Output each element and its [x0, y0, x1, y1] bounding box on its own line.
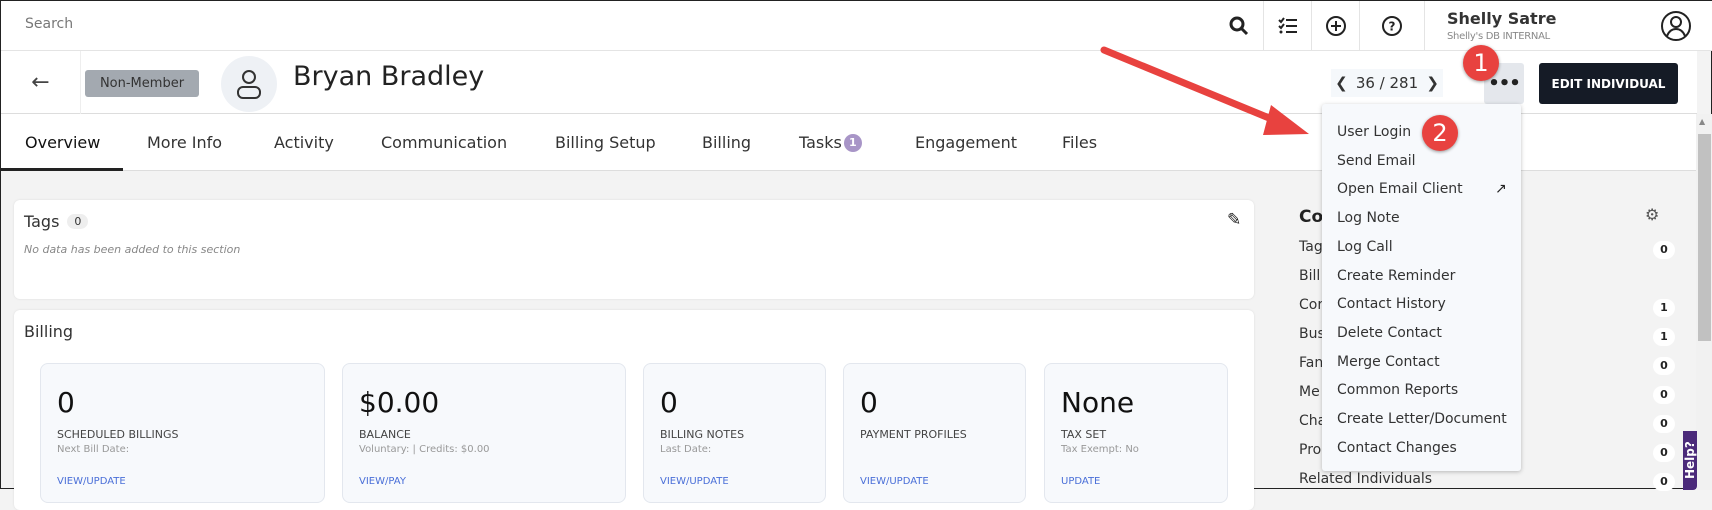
menu-item-send-email[interactable]: Send Email: [1337, 153, 1416, 169]
card-link[interactable]: VIEW/UPDATE: [660, 476, 729, 487]
tab-files[interactable]: Files: [1062, 133, 1097, 152]
card-link[interactable]: UPDATE: [1061, 476, 1100, 487]
tax-set-card: None TAX SET Tax Exempt: No UPDATE: [1044, 363, 1228, 503]
menu-item-create-letter-document[interactable]: Create Letter/Document: [1337, 411, 1507, 427]
step-1-marker: 1: [1463, 45, 1499, 81]
right-panel-title: Co: [1299, 207, 1324, 227]
tab-tasks[interactable]: Tasks 1: [799, 133, 862, 152]
summary-row-label[interactable]: Bill: [1299, 268, 1320, 284]
balance-card: $0.00 BALANCE Voluntary: | Credits: $0.0…: [342, 363, 626, 503]
checklist-icon[interactable]: [1263, 1, 1311, 51]
billing-title: Billing: [24, 322, 74, 341]
pager-text: 36 / 281: [1355, 74, 1419, 92]
gear-icon[interactable]: ⚙: [1645, 205, 1659, 224]
chevron-left-icon[interactable]: ❮: [1335, 74, 1348, 92]
back-arrow-icon[interactable]: ←: [1, 51, 81, 114]
summary-row-count: 1: [1653, 328, 1675, 346]
card-sub: Tax Exempt: No: [1061, 444, 1139, 455]
tab-activity[interactable]: Activity: [274, 133, 334, 152]
user-database: Shelly's DB INTERNAL: [1447, 31, 1550, 42]
menu-item-open-email-client[interactable]: Open Email Client: [1337, 181, 1463, 197]
tags-card: Tags 0 No data has been added to this sec…: [14, 200, 1254, 299]
scrollbar-thumb[interactable]: [1698, 134, 1711, 341]
help-circle-icon[interactable]: ?: [1359, 1, 1425, 51]
card-sub: Voluntary: | Credits: $0.00: [359, 444, 490, 455]
summary-row-label[interactable]: Pro: [1299, 442, 1321, 458]
chevron-right-icon[interactable]: ❯: [1426, 74, 1439, 92]
card-value: $0.00: [359, 386, 440, 419]
help-tab[interactable]: Help?: [1683, 431, 1697, 490]
summary-row-count: 0: [1653, 357, 1675, 375]
tab-engagement[interactable]: Engagement: [915, 133, 1017, 152]
tags-title: Tags 0: [24, 212, 89, 231]
summary-row-count: 0: [1653, 386, 1675, 404]
page-title: Bryan Bradley: [293, 61, 485, 92]
menu-item-merge-contact[interactable]: Merge Contact: [1337, 354, 1440, 370]
card-label: BALANCE: [359, 428, 411, 441]
tab-overview[interactable]: Overview: [25, 133, 100, 152]
user-name[interactable]: Shelly Satre: [1447, 9, 1556, 28]
edit-individual-button[interactable]: EDIT INDIVIDUAL: [1539, 63, 1678, 104]
card-label: TAX SET: [1061, 428, 1107, 441]
summary-row-label[interactable]: Fan: [1299, 355, 1323, 371]
card-label: BILLING NOTES: [660, 428, 745, 441]
menu-item-log-note[interactable]: Log Note: [1337, 210, 1400, 226]
plus-circle-icon[interactable]: [1311, 1, 1359, 51]
summary-row-label[interactable]: Bus: [1299, 326, 1325, 342]
card-value: None: [1061, 386, 1135, 419]
card-sub: Next Bill Date:: [57, 444, 130, 455]
tab-tasks-label: Tasks: [799, 133, 842, 152]
summary-row-label[interactable]: Related Individuals: [1299, 471, 1432, 487]
avatar: [221, 56, 277, 112]
card-link[interactable]: VIEW/UPDATE: [57, 476, 126, 487]
menu-item-log-call[interactable]: Log Call: [1337, 239, 1393, 255]
user-circle-icon[interactable]: [1660, 10, 1692, 46]
summary-row-count: 0: [1653, 444, 1675, 462]
card-value: 0: [860, 386, 878, 419]
summary-row-label[interactable]: Tag: [1299, 239, 1323, 255]
summary-row-label[interactable]: Me: [1299, 384, 1320, 400]
svg-text:?: ?: [1389, 20, 1396, 34]
pencil-icon[interactable]: ✎: [1227, 210, 1241, 230]
search-input[interactable]: Search: [25, 16, 73, 32]
active-tab-indicator: [1, 168, 123, 171]
tags-title-text: Tags: [24, 212, 60, 231]
card-link[interactable]: VIEW/PAY: [359, 476, 406, 487]
menu-item-common-reports[interactable]: Common Reports: [1337, 382, 1458, 398]
card-sub: Last Date:: [660, 444, 712, 455]
menu-item-user-login[interactable]: User Login: [1337, 124, 1411, 140]
scheduled-billings-card: 0 SCHEDULED BILLINGS Next Bill Date: VIE…: [40, 363, 325, 503]
tab-billing-setup[interactable]: Billing Setup: [555, 133, 656, 152]
card-value: 0: [660, 386, 678, 419]
billing-notes-card: 0 BILLING NOTES Last Date: VIEW/UPDATE: [643, 363, 826, 503]
card-label: PAYMENT PROFILES: [860, 428, 967, 441]
top-bar: Search ? Shelly Satre Shelly's DB INTERN…: [1, 1, 1712, 51]
menu-item-contact-history[interactable]: Contact History: [1337, 296, 1446, 312]
tab-communication[interactable]: Communication: [381, 133, 507, 152]
search-icon[interactable]: [1215, 1, 1263, 51]
menu-item-delete-contact[interactable]: Delete Contact: [1337, 325, 1442, 341]
summary-row-count: 0: [1653, 241, 1675, 259]
tab-billing[interactable]: Billing: [702, 133, 751, 152]
summary-row-count: 1: [1653, 299, 1675, 317]
more-actions-menu: User Login Send Email Open Email Client Log…: [1322, 104, 1521, 471]
menu-item-create-reminder[interactable]: Create Reminder: [1337, 268, 1455, 284]
summary-row-label[interactable]: Cor: [1299, 297, 1323, 313]
card-value: 0: [57, 386, 75, 419]
record-pager: ❮ 36 / 281 ❯: [1331, 69, 1443, 97]
external-link-icon: ↗: [1495, 181, 1507, 197]
tasks-count-badge: 1: [843, 134, 862, 152]
payment-profiles-card: 0 PAYMENT PROFILES VIEW/UPDATE: [843, 363, 1026, 503]
menu-item-contact-changes[interactable]: Contact Changes: [1337, 440, 1457, 456]
member-status-badge: Non-Member: [85, 70, 199, 97]
scroll-up-icon[interactable]: ▲: [1699, 117, 1705, 126]
step-2-marker: 2: [1422, 115, 1458, 151]
card-label: SCHEDULED BILLINGS: [57, 428, 179, 441]
tags-count: 0: [67, 214, 89, 229]
tab-more-info[interactable]: More Info: [147, 133, 222, 152]
card-link[interactable]: VIEW/UPDATE: [860, 476, 929, 487]
summary-row-count: 0: [1653, 415, 1675, 433]
summary-row-count: 0: [1653, 473, 1675, 491]
tags-empty-text: No data has been added to this section: [24, 243, 241, 256]
